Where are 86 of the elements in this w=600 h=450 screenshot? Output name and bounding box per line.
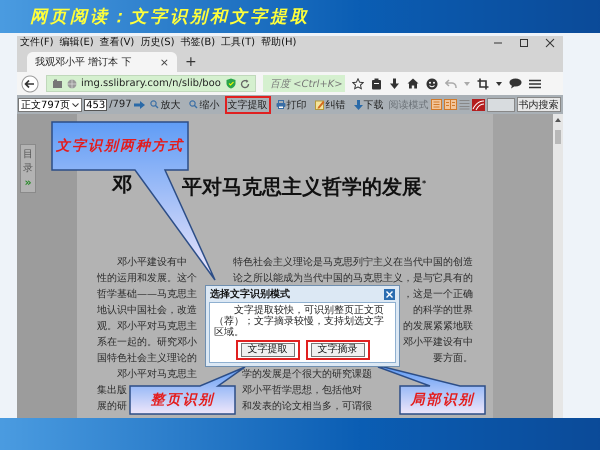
- book-text: 观。邓小平对马克思主: [97, 320, 197, 334]
- menu-item[interactable]: 书签(B): [178, 36, 218, 49]
- toolbar-button[interactable]: 纠错: [312, 96, 349, 114]
- toolbar-button[interactable]: 打印: [272, 96, 310, 114]
- book-text: 的科学的世界: [413, 304, 473, 318]
- page-number-field[interactable]: 453: [84, 98, 108, 110]
- dialog-message: 文字提取较快，可识别整页正文页（荐）；文字摘录较慢，支持划选文字区域。: [214, 305, 385, 338]
- book-text: 集出版: [97, 384, 127, 398]
- book-text: 学的发展是个很大的研究课题: [242, 368, 372, 382]
- download-icon[interactable]: [389, 78, 400, 90]
- book-text: 和发表的论文相当多，可谓很: [242, 400, 372, 414]
- crop-icon[interactable]: [477, 78, 489, 90]
- back-icon[interactable]: [21, 74, 39, 92]
- scrollbar-thumb[interactable]: [555, 130, 561, 144]
- slide-title: 网页阅读：文字识别和文字提取: [30, 6, 310, 28]
- book-text: 邓小平建设有中: [403, 336, 473, 350]
- tab-close-button[interactable]: ×: [160, 56, 169, 68]
- scroll-up-icon[interactable]: [555, 118, 561, 122]
- magnifier-icon: [188, 100, 199, 109]
- book-text: 邓小平建设有中: [116, 256, 187, 270]
- toolbar-button[interactable]: 下载: [350, 96, 387, 114]
- book-text: 邓小平哲学思想，包括他对: [242, 384, 362, 398]
- caret-icon[interactable]: [496, 82, 502, 86]
- reading-mode-label: 阅读模式: [388, 98, 429, 112]
- magnifier-icon: [150, 100, 160, 109]
- toolbar-button[interactable]: 放大: [146, 96, 184, 114]
- home-icon[interactable]: [407, 78, 419, 89]
- close-icon[interactable]: [545, 38, 555, 48]
- book-title-text: 平对马克思主义哲学的发展$^{*}$: [182, 174, 426, 196]
- tab-title: 我观邓小平 增订本 下: [35, 56, 132, 69]
- book-search-button[interactable]: 书内搜索: [516, 97, 561, 112]
- arrow-right-icon[interactable]: [134, 100, 145, 108]
- menu-item[interactable]: 历史(S): [137, 36, 178, 49]
- menu-item[interactable]: 帮助(H): [258, 36, 300, 49]
- chat-icon[interactable]: [509, 78, 522, 89]
- menu-item[interactable]: 编辑(E): [56, 36, 97, 49]
- address-field[interactable]: img.sslibrary.com/n/slib/boo: [46, 75, 256, 92]
- book-text: 国特色社会主义理论的: [97, 352, 197, 366]
- book-text: 的发展紧紧地联: [403, 320, 473, 334]
- smiley-icon[interactable]: [426, 78, 438, 90]
- book-text: 系在一起的。研究邓小: [97, 336, 197, 350]
- page-icon: [52, 78, 63, 88]
- address-text: img.sslibrary.com/n/slib/boo: [81, 78, 222, 89]
- caret-icon: [72, 102, 80, 106]
- clipboard-icon[interactable]: [371, 78, 382, 90]
- menu-item[interactable]: 查看(V): [96, 36, 138, 49]
- toc-label: 目: [23, 148, 33, 162]
- book-title-text: 邓: [112, 172, 132, 196]
- scrollbar[interactable]: [553, 114, 563, 418]
- book-text: 邓小平对马克思主: [116, 368, 197, 382]
- download-arrow-icon: [354, 100, 363, 110]
- dialog-title: 选择文字识别模式: [210, 287, 290, 301]
- star-icon[interactable]: [352, 78, 364, 90]
- printer-icon: [276, 100, 286, 109]
- book-text: 特色社会主义理论是马克思列宁主义在当代中国的创造: [233, 256, 473, 270]
- callout-text: 文字识别两种方式: [56, 137, 184, 155]
- book-search-field[interactable]: [486, 98, 515, 112]
- toc-label: 录: [23, 162, 33, 176]
- toolbar-button[interactable]: 文字提取: [224, 96, 271, 114]
- book-text: 哲学基础——马克思主: [97, 288, 197, 302]
- page-total: /797: [109, 99, 132, 110]
- maximize-icon[interactable]: [519, 38, 529, 48]
- dialog-button[interactable]: 文字摘录: [310, 343, 364, 357]
- book-text: 地认识中国社会，改造: [97, 304, 197, 318]
- book-text: 论之所以能成为当代中国的马克思主义，是与它具有的: [233, 272, 473, 286]
- book-text: 性的运用和发展。这个: [97, 272, 197, 286]
- callout-text: 整页识别: [150, 391, 214, 409]
- reload-icon[interactable]: [240, 78, 250, 88]
- globe-icon: [67, 78, 77, 88]
- toc-tab[interactable]: 目 录 »: [20, 144, 36, 193]
- toolbar-button[interactable]: 缩小: [186, 96, 223, 114]
- book-text: 展的研: [97, 400, 127, 414]
- new-tab-button[interactable]: +: [185, 55, 197, 69]
- book-text: ，这是一个正确: [403, 288, 473, 302]
- menu-item[interactable]: 工具(T): [218, 36, 258, 49]
- dialog-button[interactable]: 文字提取: [240, 343, 294, 357]
- shield-icon: [226, 78, 236, 89]
- search-field[interactable]: 百度 <Ctrl+K>: [263, 75, 345, 92]
- menu-icon[interactable]: [529, 78, 541, 88]
- book-text: 要方面。: [433, 352, 473, 366]
- page-select[interactable]: 正文797页: [18, 98, 82, 112]
- callout-text: 局部识别: [410, 391, 474, 409]
- swoosh-logo-icon[interactable]: [472, 98, 485, 110]
- menu-item[interactable]: 文件(F): [17, 36, 57, 49]
- pencil-note-icon: [314, 100, 325, 110]
- browser-tab[interactable]: 我观邓小平 增订本 下 ×: [27, 52, 177, 72]
